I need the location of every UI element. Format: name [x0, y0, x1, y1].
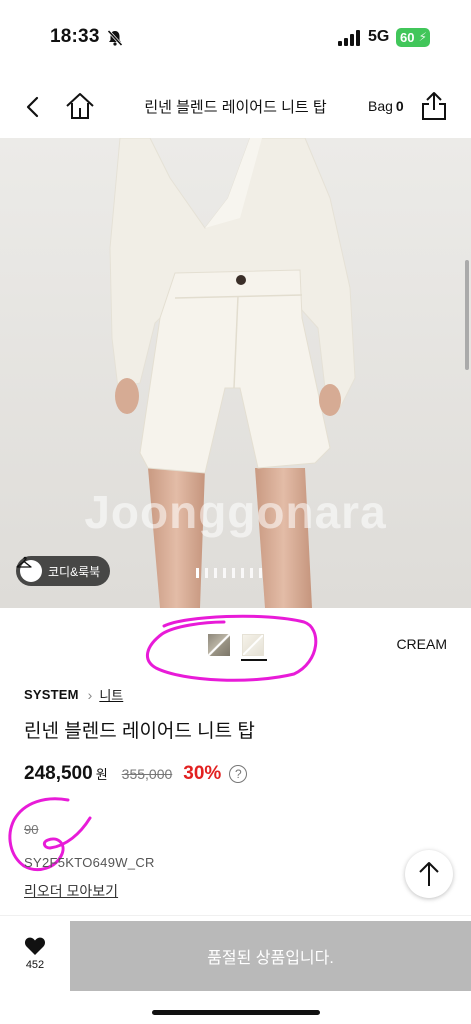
battery-icon: 60 ⚡ [396, 28, 430, 47]
like-count: 452 [25, 959, 45, 971]
slide-dot [241, 568, 244, 578]
discount-rate: 30% [183, 763, 222, 784]
sale-price: 248,500 [24, 763, 93, 784]
hanger-icon [16, 556, 42, 582]
color-options: CREAM [0, 608, 471, 682]
arrow-up-icon [419, 862, 439, 886]
slide-dot [205, 568, 208, 578]
slide-dot [232, 568, 235, 578]
battery-level: 60 [400, 30, 415, 45]
coordi-lookbook-label: 코디&룩북 [48, 564, 101, 579]
bell-off-icon [107, 29, 123, 47]
breadcrumb: SYSTEM › 니트 [24, 685, 123, 704]
signal-icon [338, 30, 360, 46]
annotation-circle [146, 614, 318, 682]
bag-button[interactable]: Bag 0 [368, 98, 404, 114]
slide-dot [259, 568, 262, 578]
slide-dot [196, 568, 199, 578]
slide-dot [214, 568, 217, 578]
charging-icon: ⚡ [418, 30, 427, 44]
slide-indicator [196, 568, 262, 578]
status-time: 18:33 [50, 26, 100, 47]
help-icon[interactable]: ? [229, 765, 248, 783]
brand-link[interactable]: SYSTEM [24, 687, 79, 702]
like-button[interactable]: 452 [12, 936, 58, 978]
soldout-button[interactable]: 품절된 상품입니다. [70, 921, 471, 991]
product-name: 린넨 블렌드 레이어드 니트 탑 [24, 721, 255, 742]
product-image[interactable]: Joonggonara 코디&룩북 [0, 138, 471, 608]
bag-count: 0 [395, 98, 404, 114]
product-code: SY2F5KTO649W_CR [24, 855, 155, 870]
original-price: 355,000 [121, 766, 173, 782]
network-type: 5G [368, 28, 390, 45]
reorder-link[interactable]: 리오더 모아보기 [24, 881, 118, 901]
slide-dot [223, 568, 226, 578]
bag-label: Bag [368, 98, 393, 114]
selected-color-name: CREAM [396, 636, 447, 652]
chevron-right-icon: › [87, 686, 93, 703]
heart-icon [24, 937, 46, 955]
status-bar: 18:33 5G 60 ⚡ [0, 0, 471, 76]
bottom-action-bar: 452 품절된 상품입니다. [0, 915, 471, 1024]
top-nav-bar: 린넨 블렌드 레이어드 니트 탑 Bag 0 [0, 76, 471, 138]
category-link[interactable]: 니트 [99, 685, 123, 704]
scroll-top-button[interactable] [405, 850, 453, 898]
watermark: Joonggonara [84, 486, 387, 538]
currency-label: 원 [95, 767, 108, 782]
scrollbar[interactable] [465, 260, 469, 370]
slide-dot [250, 568, 253, 578]
share-icon[interactable] [420, 90, 448, 122]
coordi-lookbook-button[interactable]: 코디&룩북 [16, 556, 111, 586]
home-indicator [152, 1010, 320, 1015]
price-row: 248,500 원 355,000 30% ? [24, 763, 248, 785]
